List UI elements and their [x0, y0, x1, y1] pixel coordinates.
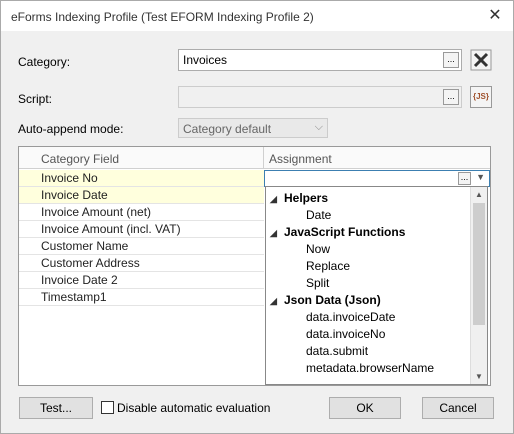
list-item[interactable]: Split	[306, 276, 329, 293]
scroll-up-icon[interactable]: ▲	[475, 190, 483, 199]
assignment-header: Assignment	[269, 152, 332, 166]
collapse-triangle-icon: ◢	[270, 194, 277, 204]
list-item[interactable]: data.submit	[306, 344, 368, 361]
title-bar: eForms Indexing Profile (Test EFORM Inde…	[1, 1, 513, 31]
table-row[interactable]: Customer Address	[19, 255, 264, 272]
assignment-browse-button[interactable]: ...	[458, 172, 471, 185]
scroll-thumb[interactable]	[473, 203, 485, 325]
row-field: Customer Address	[41, 256, 140, 270]
list-item[interactable]: metadata.browserName	[306, 361, 434, 378]
table-row[interactable]: Invoice No	[19, 170, 264, 187]
row-field: Invoice Date 2	[41, 273, 118, 287]
dropdown-scrollbar[interactable]: ▲ ▼	[470, 187, 487, 384]
group-helpers[interactable]: ◢ Helpers	[270, 191, 328, 208]
script-browse-button[interactable]: ...	[443, 89, 459, 105]
clear-category-button[interactable]	[470, 49, 492, 71]
table-row[interactable]: Invoice Date	[19, 187, 264, 204]
list-item[interactable]: Date	[306, 208, 331, 225]
table-row[interactable]: Invoice Date 2	[19, 272, 264, 289]
list-item[interactable]: data.invoiceNo	[306, 327, 385, 344]
collapse-triangle-icon: ◢	[270, 296, 277, 306]
assignment-dropdown-list: ◢ Helpers Date ◢ JavaScript Functions Now …	[265, 186, 488, 385]
category-field[interactable]: Invoices ...	[178, 49, 462, 71]
table-row[interactable]: Invoice Amount (incl. VAT)	[19, 221, 264, 238]
header-separator	[263, 147, 264, 169]
cancel-button[interactable]: Cancel	[422, 397, 494, 419]
group-label: Json Data (Json)	[284, 293, 381, 307]
collapse-triangle-icon: ◢	[270, 228, 277, 238]
group-json-data[interactable]: ◢ Json Data (Json)	[270, 293, 381, 310]
row-field: Invoice Amount (incl. VAT)	[41, 222, 181, 236]
grid-header: Category Field Assignment	[19, 147, 490, 169]
js-editor-button[interactable]: {JS}	[470, 86, 492, 108]
list-item[interactable]: Now	[306, 242, 330, 259]
assignment-editor[interactable]: ... ▼	[264, 170, 490, 187]
list-item[interactable]: data.invoiceDate	[306, 310, 395, 327]
disable-eval-label: Disable automatic evaluation	[117, 401, 271, 415]
chevron-down-icon: ⌵	[314, 121, 323, 133]
group-label: Helpers	[284, 191, 329, 205]
disable-eval-checkbox[interactable]	[101, 401, 114, 414]
scroll-down-icon[interactable]: ▼	[475, 372, 483, 381]
row-field: Invoice No	[41, 171, 98, 185]
assignment-dropdown-arrow[interactable]: ▼	[476, 172, 485, 182]
close-icon[interactable]: ✕	[485, 6, 505, 26]
script-label: Script:	[18, 92, 53, 106]
row-field: Customer Name	[41, 239, 129, 253]
auto-append-label: Auto-append mode:	[18, 122, 124, 136]
table-row[interactable]: Customer Name	[19, 238, 264, 255]
table-row[interactable]: Timestamp1	[19, 289, 264, 306]
script-field[interactable]: ...	[178, 86, 462, 108]
dialog: eForms Indexing Profile (Test EFORM Inde…	[0, 0, 514, 434]
js-icon: {JS}	[472, 92, 489, 101]
auto-append-value: Category default	[183, 122, 272, 136]
ok-button[interactable]: OK	[329, 397, 401, 419]
group-label: JavaScript Functions	[284, 225, 406, 239]
test-button[interactable]: Test...	[19, 397, 93, 419]
group-js-functions[interactable]: ◢ JavaScript Functions	[270, 225, 405, 242]
row-field: Invoice Amount (net)	[41, 205, 152, 219]
list-item[interactable]: Replace	[306, 259, 350, 276]
category-browse-button[interactable]: ...	[443, 52, 459, 68]
row-field: Timestamp1	[41, 290, 107, 304]
table-row[interactable]: Invoice Amount (net)	[19, 204, 264, 221]
category-label: Category:	[18, 55, 71, 69]
category-value: Invoices	[183, 53, 228, 67]
auto-append-select[interactable]: Category default ⌵	[178, 118, 328, 138]
category-field-header: Category Field	[41, 152, 120, 166]
window-title: eForms Indexing Profile (Test EFORM Inde…	[11, 10, 314, 24]
row-field: Invoice Date	[41, 188, 108, 202]
clear-x-icon	[470, 49, 492, 71]
